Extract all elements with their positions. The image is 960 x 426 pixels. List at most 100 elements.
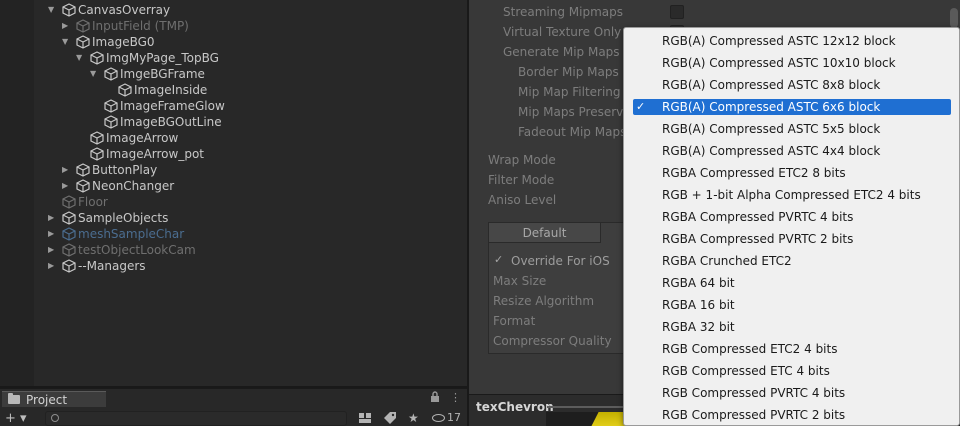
dropdown-option-label: RGBA Compressed PVRTC 2 bits: [662, 232, 854, 246]
project-panel: Project ⋮ + ▾ ★ 17: [0, 388, 467, 426]
expand-arrow-closed-icon[interactable]: ▶: [48, 226, 58, 242]
dropdown-option-label: RGB Compressed ETC2 4 bits: [662, 342, 838, 356]
search-icon: [51, 414, 59, 422]
format-dropdown-menu: RGB(A) Compressed ASTC 12x12 block RGB(A)…: [623, 27, 960, 426]
override-for-ios-label: Override For iOS: [511, 254, 610, 268]
dropdown-option[interactable]: RGB(A) Compressed ASTC 4x4 block: [633, 143, 951, 159]
tab-default[interactable]: Default: [489, 223, 601, 243]
expand-arrow-open-icon[interactable]: ▼: [62, 34, 72, 50]
mip-map-filtering-label: Mip Map Filtering: [518, 85, 621, 99]
hierarchy-item-label: ImgeBGFrame: [120, 67, 205, 81]
scene-filter-icon[interactable]: [358, 411, 372, 425]
hierarchy-item-label: --Managers: [78, 259, 146, 273]
add-button[interactable]: + ▾: [5, 411, 35, 426]
hierarchy-item-label: CanvasOverray: [78, 3, 171, 17]
folder-icon: [8, 393, 20, 404]
dropdown-option-label: RGB(A) Compressed ASTC 10x10 block: [662, 56, 896, 70]
dropdown-option-label: RGB(A) Compressed ASTC 12x12 block: [662, 34, 896, 48]
gameobject-cube-icon: [104, 67, 118, 81]
dropdown-option[interactable]: RGB + 1-bit Alpha Compressed ETC2 4 bits: [633, 187, 951, 203]
gameobject-cube-icon: [62, 227, 76, 241]
gameobject-cube-icon: [62, 259, 76, 273]
wrap-mode-label: Wrap Mode: [488, 153, 556, 167]
dropdown-option-label: RGBA 32 bit: [662, 320, 735, 334]
dropdown-option[interactable]: RGBA Compressed ETC2 8 bits: [633, 165, 951, 181]
gameobject-cube-icon: [62, 243, 76, 257]
border-mip-maps-label: Border Mip Maps: [518, 65, 619, 79]
label-tag-icon[interactable]: [383, 411, 397, 425]
dropdown-option-label: RGBA Crunched ETC2: [662, 254, 792, 268]
hierarchy-item-label: ImageArrow_pot: [106, 147, 205, 161]
inspector-scrollbar[interactable]: [950, 8, 958, 28]
streaming-mipmaps-checkbox[interactable]: [670, 5, 684, 19]
gameobject-cube-icon: [90, 147, 104, 161]
gameobject-cube-icon: [118, 83, 132, 97]
dropdown-option-label: RGB(A) Compressed ASTC 6x6 block: [662, 100, 881, 114]
expand-arrow-open-icon[interactable]: ▼: [76, 50, 86, 66]
dropdown-option[interactable]: RGB(A) Compressed ASTC 12x12 block: [633, 33, 951, 49]
lock-icon[interactable]: [430, 391, 442, 405]
dropdown-option[interactable]: ✓ RGB(A) Compressed ASTC 6x6 block: [633, 99, 951, 115]
expand-arrow-closed-icon[interactable]: ▶: [62, 18, 72, 34]
eye-icon: [432, 414, 445, 422]
gameobject-cube-icon: [90, 131, 104, 145]
hierarchy-item-label: ImgMyPage_TopBG: [106, 51, 219, 65]
expand-arrow-open-icon[interactable]: ▼: [90, 66, 100, 82]
hierarchy-item-label: Floor: [78, 195, 108, 209]
dropdown-option-label: RGB(A) Compressed ASTC 5x5 block: [662, 122, 881, 136]
hierarchy-item-label: ImageBG0: [92, 35, 155, 49]
dropdown-option-label: RGBA Compressed PVRTC 4 bits: [662, 210, 854, 224]
hierarchy-item-label: ImageArrow: [106, 131, 179, 145]
gameobject-cube-icon: [104, 99, 118, 113]
dropdown-option[interactable]: RGBA 16 bit: [633, 297, 951, 313]
hierarchy-item-label: meshSampleChar: [78, 227, 185, 241]
resize-algorithm-label: Resize Algorithm: [493, 294, 595, 308]
dropdown-option[interactable]: RGBA Compressed PVRTC 4 bits: [633, 209, 951, 225]
dropdown-option-label: RGB + 1-bit Alpha Compressed ETC2 4 bits: [662, 188, 921, 202]
favorite-star-icon[interactable]: ★: [408, 411, 422, 425]
expand-arrow-closed-icon[interactable]: ▶: [48, 210, 58, 226]
preview-divider-handle[interactable]: [547, 406, 627, 408]
search-input[interactable]: [45, 411, 347, 426]
expand-arrow-closed-icon[interactable]: ▶: [48, 258, 58, 274]
gameobject-cube-icon: [62, 195, 76, 209]
expand-arrow-closed-icon[interactable]: ▶: [62, 178, 72, 194]
dropdown-option[interactable]: RGB Compressed PVRTC 2 bits: [633, 407, 951, 423]
dropdown-option-label: RGB(A) Compressed ASTC 8x8 block: [662, 78, 881, 92]
dropdown-option-label: RGBA 64 bit: [662, 276, 735, 290]
dropdown-option[interactable]: RGB Compressed ETC 4 bits: [633, 363, 951, 379]
dropdown-option[interactable]: RGB(A) Compressed ASTC 8x8 block: [633, 77, 951, 93]
dropdown-option[interactable]: RGB(A) Compressed ASTC 5x5 block: [633, 121, 951, 137]
dropdown-option-label: RGBA 16 bit: [662, 298, 735, 312]
tab-project[interactable]: Project: [2, 391, 106, 407]
gameobject-cube-icon: [62, 3, 76, 17]
hidden-packages-count: 17: [447, 411, 461, 424]
expand-arrow-closed-icon[interactable]: ▶: [48, 242, 58, 258]
hierarchy-item-label: NeonChanger: [92, 179, 175, 193]
dropdown-option[interactable]: RGBA 32 bit: [633, 319, 951, 335]
gameobject-cube-icon: [62, 211, 76, 225]
checkmark-icon: ✓: [636, 100, 646, 113]
more-options-icon[interactable]: ⋮: [450, 391, 461, 405]
dropdown-option-label: RGBA Compressed ETC2 8 bits: [662, 166, 846, 180]
gameobject-cube-icon: [76, 179, 90, 193]
compressor-quality-label: Compressor Quality: [493, 334, 612, 348]
fadeout-mip-maps-label: Fadeout Mip Maps: [518, 125, 627, 139]
expand-arrow-open-icon[interactable]: ▼: [48, 2, 58, 18]
hierarchy-panel: ▼ CanvasOverray ▶ InputField (TMP) ▼ ImageBG0…: [0, 0, 467, 386]
expand-arrow-closed-icon[interactable]: ▶: [62, 162, 72, 178]
dropdown-option[interactable]: RGBA Compressed PVRTC 2 bits: [633, 231, 951, 247]
dropdown-option-label: RGB Compressed PVRTC 4 bits: [662, 386, 846, 400]
override-for-ios-checkbox[interactable]: ✓: [494, 254, 506, 266]
dropdown-option[interactable]: RGBA 64 bit: [633, 275, 951, 291]
dropdown-option[interactable]: RGBA Crunched ETC2: [633, 253, 951, 269]
dropdown-option[interactable]: RGB Compressed ETC2 4 bits: [633, 341, 951, 357]
dropdown-option[interactable]: RGB Compressed PVRTC 4 bits: [633, 385, 951, 401]
aniso-level-label: Aniso Level: [488, 193, 557, 207]
filter-mode-label: Filter Mode: [488, 173, 555, 187]
hidden-packages-toggle[interactable]: 17: [432, 411, 466, 425]
dropdown-option[interactable]: RGB(A) Compressed ASTC 10x10 block: [633, 55, 951, 71]
hierarchy-item-label: testObjectLookCam: [78, 243, 196, 257]
gameobject-cube-icon: [90, 51, 104, 65]
format-label: Format: [493, 314, 536, 328]
